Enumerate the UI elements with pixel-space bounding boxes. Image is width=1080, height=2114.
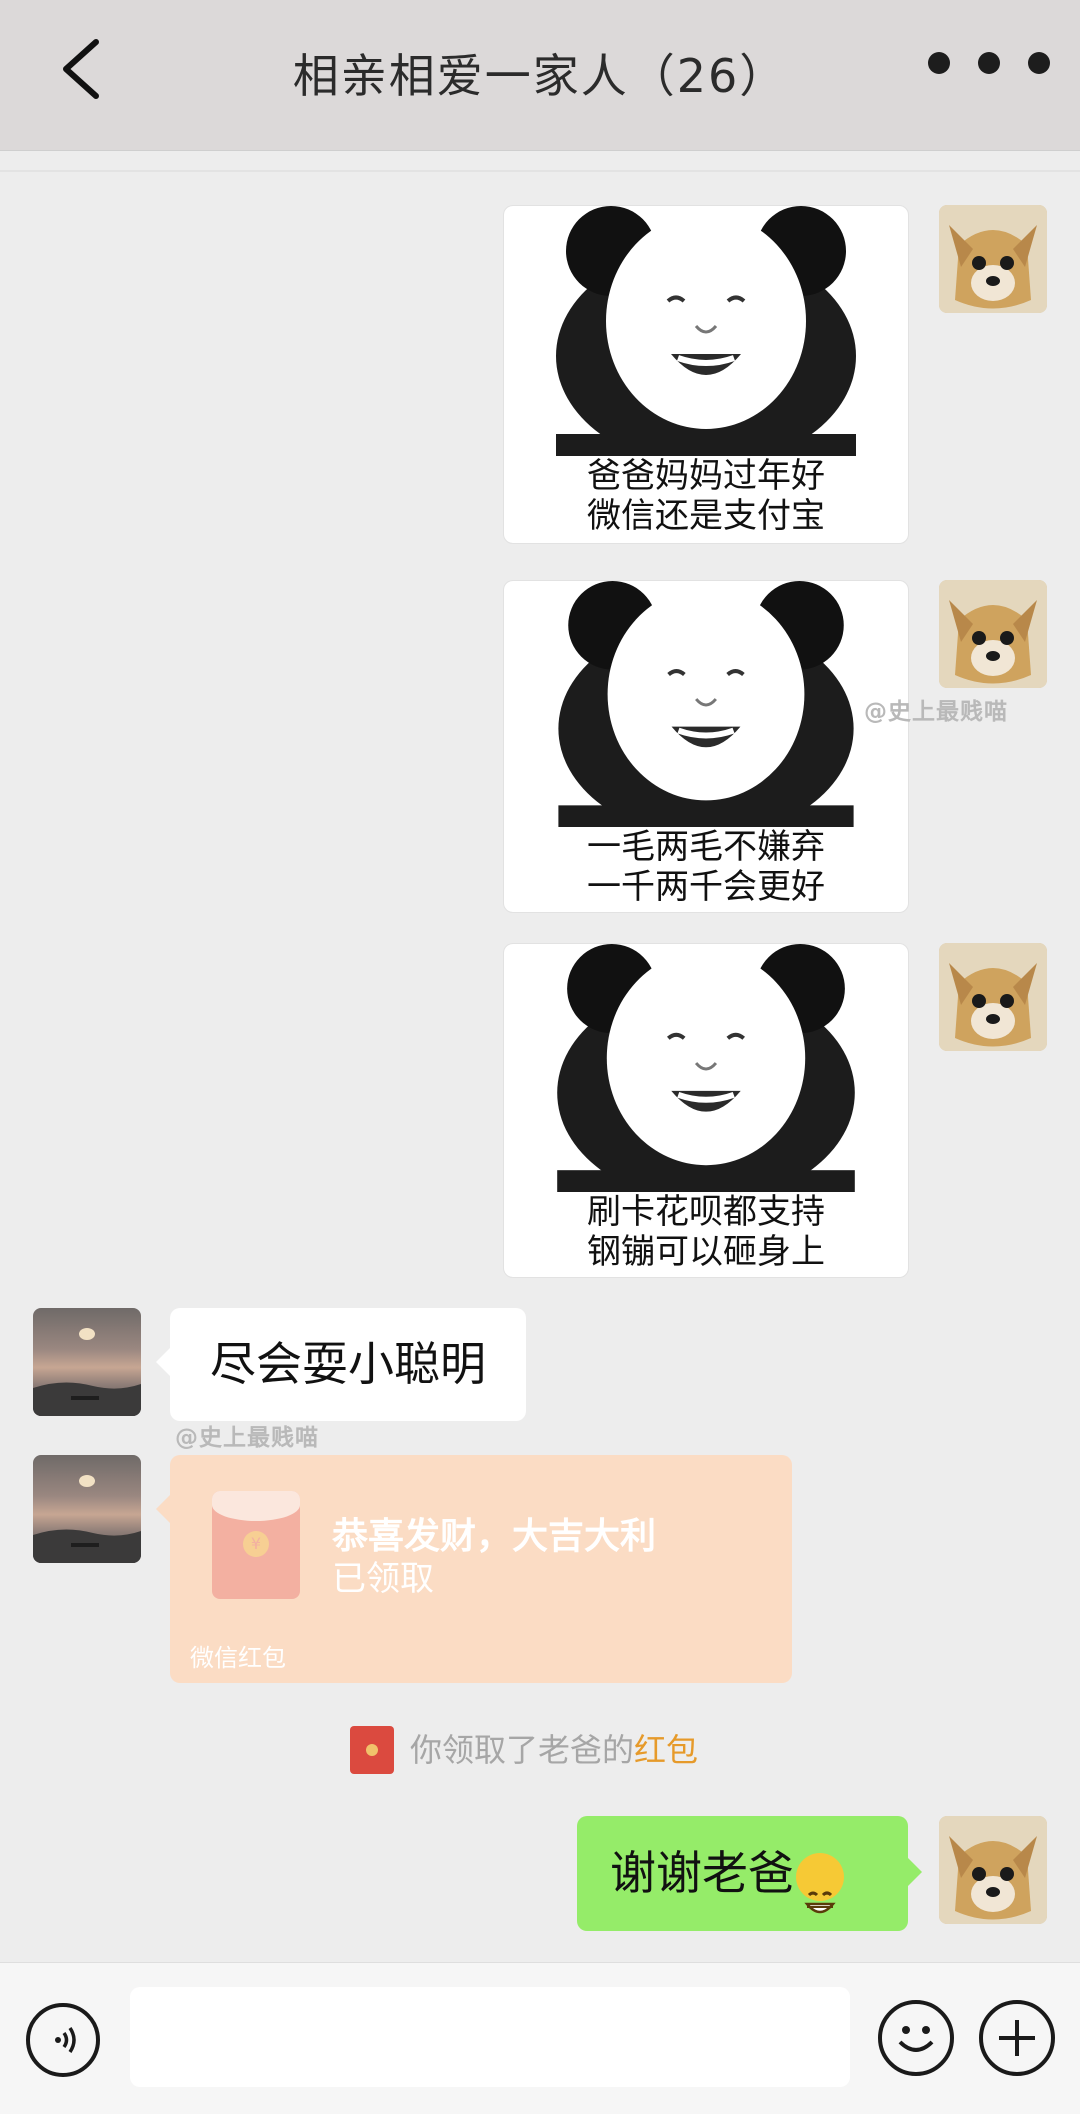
sticker-message[interactable]: 一毛两毛不嫌弃 一千两千会更好 — [503, 580, 909, 913]
red-packet-status: 已领取 — [332, 1559, 434, 1599]
dog-avatar-icon — [939, 205, 1047, 313]
avatar[interactable] — [33, 1455, 141, 1563]
plus-icon[interactable] — [979, 2000, 1055, 2076]
sticker-caption: 一毛两毛不嫌弃 一千两千会更好 — [587, 827, 825, 907]
sticker-message[interactable]: 爸爸妈妈过年好 微信还是支付宝 — [503, 205, 909, 544]
emoji-icon[interactable] — [878, 2000, 954, 2076]
sunset-avatar-icon — [33, 1328, 141, 1416]
voice-icon[interactable] — [26, 2003, 100, 2077]
watermark: @史上最贱喵 — [864, 699, 1008, 725]
more-dots-icon[interactable] — [900, 52, 1050, 82]
red-packet-icon — [350, 1726, 394, 1774]
sunset-avatar-icon — [33, 1475, 141, 1563]
top-bar: 相亲相爱一家人（26） — [0, 0, 1080, 151]
sticker-caption: 爸爸妈妈过年好 微信还是支付宝 — [587, 456, 825, 536]
message-input[interactable] — [130, 1987, 850, 2087]
grin-emoji-icon — [796, 1852, 844, 1913]
avatar[interactable] — [33, 1308, 141, 1416]
dog-avatar-icon — [939, 1816, 1047, 1924]
input-bar — [0, 1962, 1080, 2114]
panda-face-icon — [556, 206, 856, 456]
text-message-sent[interactable]: 谢谢老爸 — [577, 1816, 922, 1931]
red-packet-link[interactable]: 红包 — [634, 1731, 698, 1769]
divider — [0, 170, 1080, 172]
dog-avatar-icon — [939, 580, 1047, 688]
avatar[interactable] — [939, 205, 1047, 313]
text-message[interactable]: 尽会耍小聪明 — [156, 1308, 526, 1421]
avatar[interactable] — [939, 943, 1047, 1051]
avatar[interactable] — [939, 1816, 1047, 1924]
avatar[interactable] — [939, 580, 1047, 688]
notice-text: 你领取了老爸的 — [410, 1731, 635, 1769]
panda-face-icon — [558, 581, 854, 827]
red-packet-footer: 微信红包 — [190, 1644, 286, 1672]
panda-face-icon — [557, 944, 855, 1192]
dog-avatar-icon — [939, 943, 1047, 1051]
sticker-message[interactable]: 刷卡花呗都支持 钢镚可以砸身上 — [503, 943, 909, 1278]
watermark: @史上最贱喵 — [175, 1425, 319, 1451]
message-text: 谢谢老爸 — [610, 1846, 794, 1900]
red-envelope-icon: ¥ — [212, 1491, 300, 1599]
red-packet-message[interactable]: ¥ 恭喜发财，大吉大利 已领取 微信红包 — [156, 1455, 792, 1683]
sticker-caption: 刷卡花呗都支持 钢镚可以砸身上 — [587, 1192, 825, 1272]
